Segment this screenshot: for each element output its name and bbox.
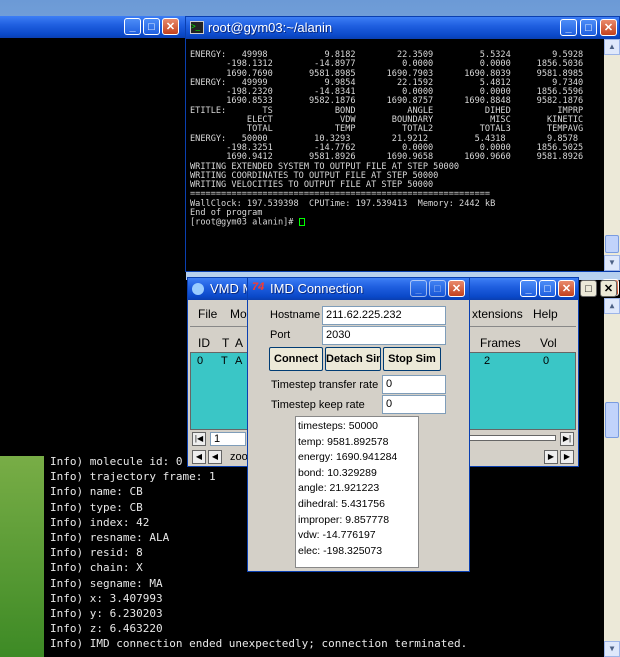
minimize-icon[interactable]: _: [124, 18, 141, 35]
hostname-input[interactable]: 211.62.225.232: [322, 306, 446, 325]
row-frames: 2: [484, 355, 491, 367]
scroll-up-icon[interactable]: ▲: [604, 298, 620, 314]
imd-titlebar[interactable]: 74 IMD Connection _ □ ✕: [248, 278, 469, 300]
col-vol[interactable]: Vol: [540, 336, 557, 350]
stat-timesteps: timesteps: 50000: [298, 420, 378, 432]
col-frames[interactable]: Frames: [480, 336, 521, 350]
hostname-label: Hostname: [270, 309, 321, 321]
close-icon[interactable]: ✕: [448, 280, 465, 297]
play-back-icon[interactable]: ◀: [208, 450, 222, 464]
port-input[interactable]: 2030: [322, 326, 446, 345]
row-id: 0: [197, 355, 204, 367]
terminal-prompt[interactable]: [root@gym03 alanin]#: [190, 218, 583, 228]
maximize-icon[interactable]: □: [143, 18, 160, 35]
stat-elec: elec: -198.325073: [298, 544, 383, 557]
stat-angle: angle: 21.921223: [298, 482, 380, 495]
menu-file[interactable]: File: [198, 307, 217, 321]
terminal-scrollbar[interactable]: ▲ ▼: [604, 39, 620, 271]
terminal-text: ENERGY: 49998 9.8182 22.3509 5.5324 9.59…: [190, 50, 583, 228]
maximize-icon[interactable]: □: [580, 19, 597, 36]
frame-input[interactable]: 1: [210, 432, 246, 446]
imd-stats-panel: timesteps: 50000 temp: 9581.892578 energ…: [295, 416, 419, 568]
minimize-icon[interactable]: _: [410, 280, 427, 297]
frame-slider[interactable]: [460, 435, 556, 441]
transfer-rate-input[interactable]: 0: [382, 375, 446, 394]
minimize-icon[interactable]: _: [520, 280, 537, 297]
stat-bond: bond: 10.329289: [298, 466, 377, 479]
step-back-icon[interactable]: ◀: [192, 450, 206, 464]
keep-rate-input[interactable]: 0: [382, 395, 446, 414]
menu-molecule[interactable]: Mo: [230, 307, 247, 321]
col-t[interactable]: T: [222, 336, 229, 350]
maximize-icon[interactable]: □: [539, 280, 556, 297]
stat-dihedral: dihedral: 5.431756: [298, 497, 385, 510]
background-window-controls: □ ✕: [580, 280, 620, 300]
stat-energy: energy: 1690.941284: [298, 451, 398, 464]
stat-improper: improper: 9.857778: [298, 513, 390, 526]
maximize-icon[interactable]: □: [429, 280, 446, 297]
close-icon[interactable]: ✕: [600, 280, 617, 297]
row-t: T: [221, 355, 228, 367]
scroll-down-icon[interactable]: ▼: [604, 255, 620, 271]
vmd-icon: [192, 283, 204, 295]
col-a[interactable]: A: [235, 336, 243, 350]
connect-button[interactable]: Connect: [269, 347, 323, 371]
row-a: A: [235, 355, 243, 367]
stop-sim-button[interactable]: Stop Sim: [383, 347, 441, 371]
console-scrollbar[interactable]: ▲ ▼: [604, 298, 620, 657]
terminal-title: root@gym03:~/alanin: [208, 20, 333, 35]
minimize-icon[interactable]: _: [560, 19, 577, 36]
terminal-icon: >_: [190, 21, 204, 34]
scroll-thumb[interactable]: [605, 402, 619, 438]
imd-title: IMD Connection: [270, 281, 364, 296]
terminal-cursor: [298, 218, 305, 227]
close-icon[interactable]: ✕: [600, 19, 617, 36]
terminal-titlebar[interactable]: >_ root@gym03:~/alanin _ □ ✕: [186, 17, 619, 39]
console-line: Info) segname: MA: [50, 576, 163, 590]
tk-feather-icon: 74: [252, 281, 265, 293]
imd-connection-dialog: 74 IMD Connection _ □ ✕ Hostname 211.62.…: [247, 277, 470, 572]
stat-temp: temp: 9581.892578: [298, 435, 389, 448]
menu-extensions[interactable]: xtensions: [472, 307, 523, 321]
detach-sim-button[interactable]: Detach Sim: [325, 347, 381, 371]
left-window-titlebar[interactable]: _ □ ✕: [0, 16, 186, 38]
zoom-label: zoo: [230, 451, 248, 463]
close-icon[interactable]: ✕: [162, 18, 179, 35]
col-id[interactable]: ID: [198, 336, 210, 350]
console-line: Info) y: 6.230203: [50, 607, 163, 621]
first-frame-icon[interactable]: |◀: [192, 432, 206, 446]
scroll-thumb[interactable]: [605, 235, 619, 253]
stat-vdw: vdw: -14.776197: [298, 529, 376, 542]
scroll-up-icon[interactable]: ▲: [604, 39, 620, 55]
row-vol: 0: [543, 355, 550, 367]
step-forward-icon[interactable]: ▶: [560, 450, 574, 464]
menu-help[interactable]: Help: [533, 307, 558, 321]
console-line: Info) IMD connection ended unexpectedly;…: [50, 637, 468, 651]
keep-rate-label: Timestep keep rate: [271, 399, 365, 411]
last-frame-icon[interactable]: ▶|: [560, 432, 574, 446]
maximize-icon[interactable]: □: [580, 280, 597, 297]
transfer-rate-label: Timestep transfer rate: [271, 379, 379, 391]
console-line: Info) x: 3.407993: [50, 591, 163, 605]
terminal-window: >_ root@gym03:~/alanin _ □ ✕ ENERGY: 499…: [185, 16, 620, 272]
play-forward-icon[interactable]: ▶: [544, 450, 558, 464]
scroll-down-icon[interactable]: ▼: [604, 641, 620, 657]
port-label: Port: [270, 329, 291, 341]
close-icon[interactable]: ✕: [558, 280, 575, 297]
console-line: Info) z: 6.463220: [50, 622, 163, 636]
